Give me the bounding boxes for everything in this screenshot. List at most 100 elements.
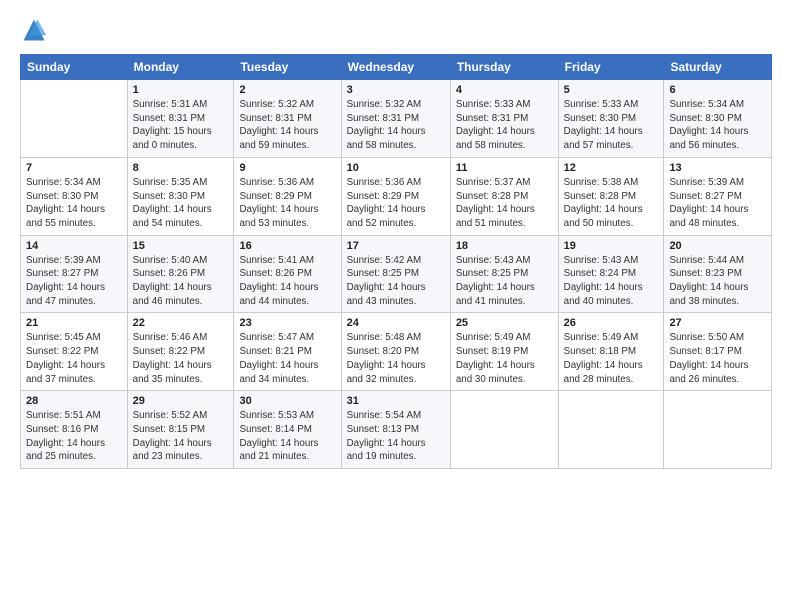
calendar-cell: 3 Sunrise: 5:32 AMSunset: 8:31 PMDaylight…: [341, 80, 450, 158]
day-number: 7: [26, 162, 122, 174]
weekday-header-thursday: Thursday: [450, 55, 558, 80]
day-number: 9: [239, 162, 335, 174]
calendar-cell: 30 Sunrise: 5:53 AMSunset: 8:14 PMDayligh…: [234, 391, 341, 469]
day-info: Sunrise: 5:45 AMSunset: 8:22 PMDaylight:…: [26, 331, 122, 386]
calendar-cell: 11 Sunrise: 5:37 AMSunset: 8:28 PMDayligh…: [450, 157, 558, 235]
calendar-cell: 21 Sunrise: 5:45 AMSunset: 8:22 PMDayligh…: [21, 313, 128, 391]
calendar-cell: 1 Sunrise: 5:31 AMSunset: 8:31 PMDaylight…: [127, 80, 234, 158]
calendar-cell: 25 Sunrise: 5:49 AMSunset: 8:19 PMDayligh…: [450, 313, 558, 391]
calendar-week-row: 28 Sunrise: 5:51 AMSunset: 8:16 PMDayligh…: [21, 391, 772, 469]
day-info: Sunrise: 5:50 AMSunset: 8:17 PMDaylight:…: [669, 331, 766, 386]
day-number: 22: [133, 317, 229, 329]
day-number: 25: [456, 317, 553, 329]
day-info: Sunrise: 5:33 AMSunset: 8:31 PMDaylight:…: [456, 98, 553, 153]
calendar-cell: 9 Sunrise: 5:36 AMSunset: 8:29 PMDaylight…: [234, 157, 341, 235]
calendar-cell: 2Sunrise: 5:32 AMSunset: 8:31 PMDaylight…: [234, 80, 341, 158]
day-number: 1: [133, 84, 229, 96]
day-info: Sunrise: 5:44 AMSunset: 8:23 PMDaylight:…: [669, 254, 766, 309]
calendar-cell: 31 Sunrise: 5:54 AMSunset: 8:13 PMDayligh…: [341, 391, 450, 469]
logo-icon: [20, 16, 48, 44]
day-number: 20: [669, 240, 766, 252]
day-info: Sunrise: 5:49 AMSunset: 8:19 PMDaylight:…: [456, 331, 553, 386]
day-info: Sunrise: 5:41 AMSunset: 8:26 PMDaylight:…: [239, 254, 335, 309]
weekday-header-friday: Friday: [558, 55, 664, 80]
day-number: 31: [347, 395, 445, 407]
day-info: Sunrise: 5:43 AMSunset: 8:24 PMDaylight:…: [564, 254, 659, 309]
day-number: 12: [564, 162, 659, 174]
day-info: Sunrise: 5:39 AMSunset: 8:27 PMDaylight:…: [26, 254, 122, 309]
day-info: Sunrise: 5:38 AMSunset: 8:28 PMDaylight:…: [564, 176, 659, 231]
day-number: 28: [26, 395, 122, 407]
calendar-week-row: 14 Sunrise: 5:39 AMSunset: 8:27 PMDayligh…: [21, 235, 772, 313]
day-info: Sunrise: 5:46 AMSunset: 8:22 PMDaylight:…: [133, 331, 229, 386]
calendar-cell: 12 Sunrise: 5:38 AMSunset: 8:28 PMDayligh…: [558, 157, 664, 235]
calendar-cell: [664, 391, 772, 469]
day-number: 18: [456, 240, 553, 252]
calendar-cell: 23Sunrise: 5:47 AMSunset: 8:21 PMDayligh…: [234, 313, 341, 391]
day-number: 8: [133, 162, 229, 174]
day-info: Sunrise: 5:42 AMSunset: 8:25 PMDaylight:…: [347, 254, 445, 309]
calendar-cell: 24Sunrise: 5:48 AMSunset: 8:20 PMDayligh…: [341, 313, 450, 391]
day-info: Sunrise: 5:31 AMSunset: 8:31 PMDaylight:…: [133, 98, 229, 153]
day-info: Sunrise: 5:34 AMSunset: 8:30 PMDaylight:…: [669, 98, 766, 153]
calendar-cell: 18 Sunrise: 5:43 AMSunset: 8:25 PMDayligh…: [450, 235, 558, 313]
day-info: Sunrise: 5:33 AMSunset: 8:30 PMDaylight:…: [564, 98, 659, 153]
calendar-cell: 27 Sunrise: 5:50 AMSunset: 8:17 PMDayligh…: [664, 313, 772, 391]
day-info: Sunrise: 5:53 AMSunset: 8:14 PMDaylight:…: [239, 409, 335, 464]
day-info: Sunrise: 5:35 AMSunset: 8:30 PMDaylight:…: [133, 176, 229, 231]
day-number: 14: [26, 240, 122, 252]
day-info: Sunrise: 5:43 AMSunset: 8:25 PMDaylight:…: [456, 254, 553, 309]
calendar-cell: 13Sunrise: 5:39 AMSunset: 8:27 PMDayligh…: [664, 157, 772, 235]
day-info: Sunrise: 5:51 AMSunset: 8:16 PMDaylight:…: [26, 409, 122, 464]
calendar-table: SundayMondayTuesdayWednesdayThursdayFrid…: [20, 54, 772, 469]
calendar-cell: 10 Sunrise: 5:36 AMSunset: 8:29 PMDayligh…: [341, 157, 450, 235]
calendar-cell: 16Sunrise: 5:41 AMSunset: 8:26 PMDayligh…: [234, 235, 341, 313]
weekday-header-wednesday: Wednesday: [341, 55, 450, 80]
calendar-cell: [450, 391, 558, 469]
calendar-week-row: 21 Sunrise: 5:45 AMSunset: 8:22 PMDayligh…: [21, 313, 772, 391]
day-info: Sunrise: 5:34 AMSunset: 8:30 PMDaylight:…: [26, 176, 122, 231]
day-info: Sunrise: 5:36 AMSunset: 8:29 PMDaylight:…: [347, 176, 445, 231]
day-number: 21: [26, 317, 122, 329]
day-number: 4: [456, 84, 553, 96]
calendar-cell: 17 Sunrise: 5:42 AMSunset: 8:25 PMDayligh…: [341, 235, 450, 313]
day-number: 17: [347, 240, 445, 252]
day-info: Sunrise: 5:54 AMSunset: 8:13 PMDaylight:…: [347, 409, 445, 464]
calendar-cell: 15 Sunrise: 5:40 AMSunset: 8:26 PMDayligh…: [127, 235, 234, 313]
calendar-cell: 8 Sunrise: 5:35 AMSunset: 8:30 PMDaylight…: [127, 157, 234, 235]
day-number: 23: [239, 317, 335, 329]
calendar-cell: [21, 80, 128, 158]
calendar-cell: [558, 391, 664, 469]
day-number: 15: [133, 240, 229, 252]
day-number: 27: [669, 317, 766, 329]
calendar-cell: 28 Sunrise: 5:51 AMSunset: 8:16 PMDayligh…: [21, 391, 128, 469]
day-number: 30: [239, 395, 335, 407]
header: [20, 16, 772, 44]
day-number: 6: [669, 84, 766, 96]
day-info: Sunrise: 5:52 AMSunset: 8:15 PMDaylight:…: [133, 409, 229, 464]
calendar-page: SundayMondayTuesdayWednesdayThursdayFrid…: [0, 0, 792, 612]
day-number: 11: [456, 162, 553, 174]
day-info: Sunrise: 5:37 AMSunset: 8:28 PMDaylight:…: [456, 176, 553, 231]
day-number: 3: [347, 84, 445, 96]
day-info: Sunrise: 5:32 AMSunset: 8:31 PMDaylight:…: [347, 98, 445, 153]
weekday-header-row: SundayMondayTuesdayWednesdayThursdayFrid…: [21, 55, 772, 80]
day-info: Sunrise: 5:49 AMSunset: 8:18 PMDaylight:…: [564, 331, 659, 386]
day-info: Sunrise: 5:36 AMSunset: 8:29 PMDaylight:…: [239, 176, 335, 231]
day-info: Sunrise: 5:48 AMSunset: 8:20 PMDaylight:…: [347, 331, 445, 386]
day-number: 5: [564, 84, 659, 96]
weekday-header-saturday: Saturday: [664, 55, 772, 80]
calendar-cell: 4 Sunrise: 5:33 AMSunset: 8:31 PMDaylight…: [450, 80, 558, 158]
day-number: 13: [669, 162, 766, 174]
weekday-header-tuesday: Tuesday: [234, 55, 341, 80]
calendar-week-row: 1 Sunrise: 5:31 AMSunset: 8:31 PMDaylight…: [21, 80, 772, 158]
day-number: 26: [564, 317, 659, 329]
calendar-cell: 5 Sunrise: 5:33 AMSunset: 8:30 PMDaylight…: [558, 80, 664, 158]
day-info: Sunrise: 5:40 AMSunset: 8:26 PMDaylight:…: [133, 254, 229, 309]
day-info: Sunrise: 5:32 AMSunset: 8:31 PMDaylight:…: [239, 98, 335, 153]
day-number: 10: [347, 162, 445, 174]
calendar-cell: 29 Sunrise: 5:52 AMSunset: 8:15 PMDayligh…: [127, 391, 234, 469]
day-number: 29: [133, 395, 229, 407]
logo: [20, 16, 52, 44]
calendar-cell: 14 Sunrise: 5:39 AMSunset: 8:27 PMDayligh…: [21, 235, 128, 313]
